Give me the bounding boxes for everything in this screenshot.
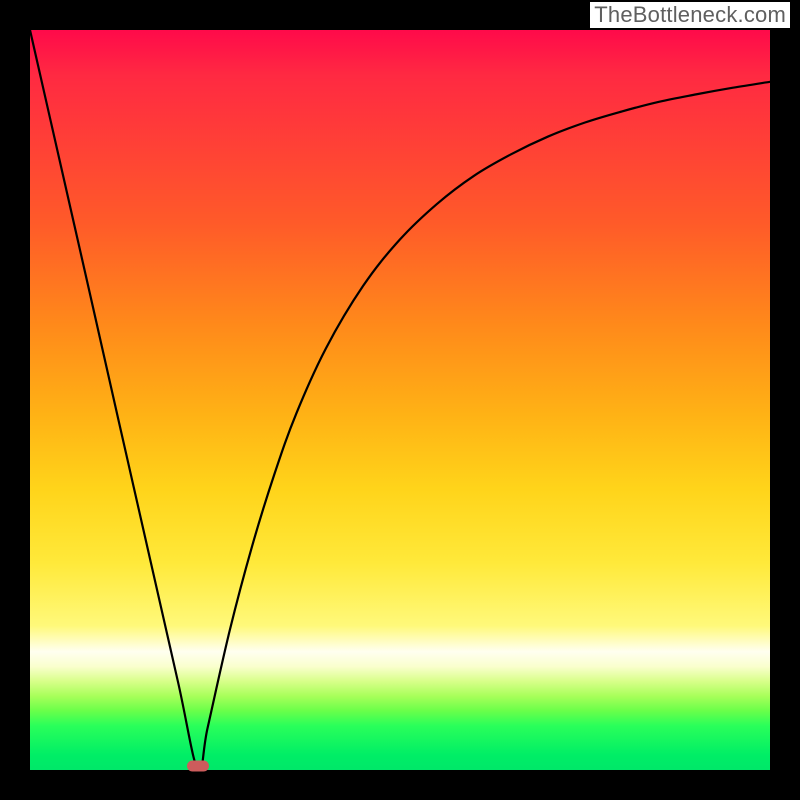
bottleneck-curve-svg [30,30,770,770]
minimum-marker [187,761,209,772]
chart-frame: TheBottleneck.com [0,0,800,800]
bottleneck-curve-path [30,30,770,770]
watermark-label: TheBottleneck.com [590,2,790,28]
